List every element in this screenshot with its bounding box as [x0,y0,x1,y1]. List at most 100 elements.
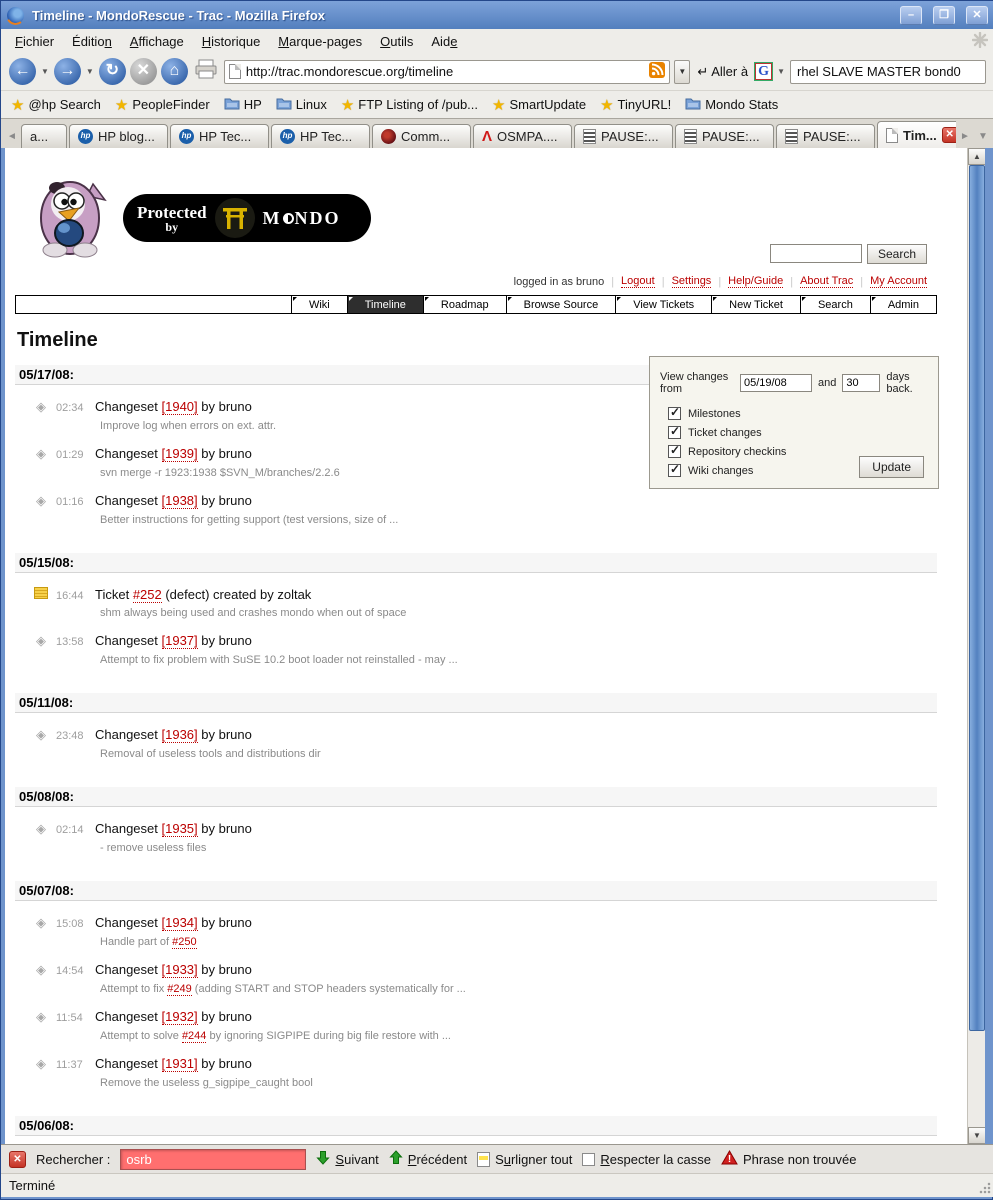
browser-tab[interactable]: hpHP blog... [69,124,168,148]
browser-tab[interactable]: ΛOSMPA.... [473,124,572,148]
mainnav-tab-wiki[interactable]: Wiki [291,296,347,313]
tab-close-icon[interactable]: ✕ [942,127,956,143]
event-title: Changeset [1939] by bruno [95,446,252,461]
bookmark-item[interactable]: ★TinyURL! [600,96,671,114]
scroll-down-icon[interactable]: ▼ [968,1127,986,1144]
event-link[interactable]: [1936] [162,727,198,743]
home-button[interactable]: ⌂ [161,58,188,85]
browser-tab-active[interactable]: Tim...✕ [877,121,956,148]
bookmark-item[interactable]: ★SmartUpdate [492,96,586,114]
checkbox-icon[interactable] [668,445,681,458]
mainnav-tab-search[interactable]: Search [800,296,870,313]
mainnav-tab-admin[interactable]: Admin [870,296,936,313]
browser-tab[interactable]: PAUSE:... [574,124,673,148]
scroll-up-icon[interactable]: ▲ [968,148,986,165]
forward-button[interactable]: → [54,58,81,85]
browser-tab[interactable]: hpHP Tec... [271,124,370,148]
tab-scroll-left-icon[interactable]: ◄ [3,126,21,148]
scrollbar-thumb[interactable] [969,165,985,1031]
browser-tab[interactable]: PAUSE:... [776,124,875,148]
print-icon[interactable] [194,58,218,85]
event-link[interactable]: [1931] [162,1056,198,1072]
checkbox-icon[interactable] [668,464,681,477]
google-engine-icon[interactable]: G [755,63,772,80]
bookmark-item[interactable]: ★FTP Listing of /pub... [341,96,478,114]
stop-button[interactable]: ✕ [130,58,157,85]
menu-item-marquepages[interactable]: Marque-pages [270,31,370,52]
findbar-close-icon[interactable]: ✕ [9,1151,26,1168]
forward-dropdown-icon[interactable]: ▼ [85,67,95,76]
mainnav-tab-roadmap[interactable]: Roadmap [423,296,506,313]
tab-label: PAUSE:... [803,129,861,144]
menu-item-dition[interactable]: Édition [64,31,120,52]
mainnav-tab-newticket[interactable]: New Ticket [711,296,800,313]
match-case-checkbox[interactable]: Respecter la casse [582,1152,711,1167]
bookmark-item[interactable]: ★@hp Search [11,96,101,114]
metanav-link-settings[interactable]: Settings [672,275,712,288]
checkbox-icon[interactable] [582,1153,595,1166]
event-link[interactable]: [1934] [162,915,198,931]
metanav-link-logout[interactable]: Logout [621,275,655,288]
event-link[interactable]: [1939] [162,446,198,462]
event-link[interactable]: [1938] [162,493,198,509]
menu-item-affichage[interactable]: Affichage [122,31,192,52]
tab-label: HP blog... [98,129,155,144]
bookmark-item[interactable]: HP [224,96,262,113]
menu-item-outils[interactable]: Outils [372,31,421,52]
metanav-link-abouttrac[interactable]: About Trac [800,275,853,288]
ticket-ref-link[interactable]: #249 [167,983,191,996]
search-engine-dropdown-icon[interactable]: ▼ [776,67,786,76]
bookmark-item[interactable]: ★PeopleFinder [115,96,210,114]
go-label[interactable]: Aller à [711,64,748,79]
close-button[interactable]: ✕ [966,6,988,25]
rss-icon[interactable] [649,62,665,81]
browser-tab[interactable]: hpHP Tec... [170,124,269,148]
event-link[interactable]: [1937] [162,633,198,649]
tab-scroll-right-icon[interactable]: ► [956,126,974,148]
metanav-link-helpguide[interactable]: Help/Guide [728,275,783,288]
menu-item-historique[interactable]: Historique [194,31,269,52]
find-input[interactable] [120,1149,306,1170]
metanav-link-myaccount[interactable]: My Account [870,275,927,288]
event-link[interactable]: [1940] [162,399,198,415]
mainnav-tab-viewtickets[interactable]: View Tickets [615,296,711,313]
tab-list-dropdown-icon[interactable]: ▼ [974,126,992,148]
find-prev-button[interactable]: Précédent [389,1150,467,1168]
trac-search-button[interactable]: Search [867,244,927,264]
find-next-button[interactable]: Suivant [316,1150,378,1168]
event-link[interactable]: [1935] [162,821,198,837]
browser-tab[interactable]: a... [21,124,67,148]
filter-days-input[interactable] [842,374,880,392]
browser-tab[interactable]: PAUSE:... [675,124,774,148]
checkbox-icon[interactable] [668,426,681,439]
ticket-ref-link[interactable]: #244 [182,1030,206,1043]
url-text[interactable]: http://trac.mondorescue.org/timeline [246,64,644,79]
checkbox-icon[interactable] [668,407,681,420]
update-button[interactable]: Update [859,456,924,478]
event-link[interactable]: #252 [133,587,162,603]
vertical-scrollbar[interactable]: ▲ ▼ [967,148,985,1144]
web-search-input[interactable]: rhel SLAVE MASTER bond0 [790,60,986,84]
ticket-ref-link[interactable]: #250 [172,936,196,949]
resize-grip[interactable] [978,1181,992,1195]
event-link[interactable]: [1933] [162,962,198,978]
go-button[interactable]: ↵ Aller à [694,64,751,80]
menu-item-fichier[interactable]: Fichier [7,31,62,52]
minimize-button[interactable]: – [900,6,922,25]
event-link[interactable]: [1932] [162,1009,198,1025]
browser-tab[interactable]: Comm... [372,124,471,148]
bookmark-item[interactable]: Mondo Stats [685,96,778,113]
mainnav-tab-browsesource[interactable]: Browse Source [506,296,616,313]
mainnav-tab-timeline[interactable]: Timeline [347,296,423,313]
highlight-all-button[interactable]: Surligner tout [477,1152,572,1167]
maximize-button[interactable]: ❐ [933,6,955,25]
url-dropdown-button[interactable]: ▼ [674,60,690,84]
back-dropdown-icon[interactable]: ▼ [40,67,50,76]
reload-button[interactable]: ↻ [99,58,126,85]
bookmark-item[interactable]: Linux [276,96,327,113]
back-button[interactable]: ← [9,58,36,85]
filter-date-input[interactable] [740,374,812,392]
menu-item-aide[interactable]: Aide [423,31,465,52]
trac-search-input[interactable] [770,244,862,263]
url-bar[interactable]: http://trac.mondorescue.org/timeline [224,60,670,84]
